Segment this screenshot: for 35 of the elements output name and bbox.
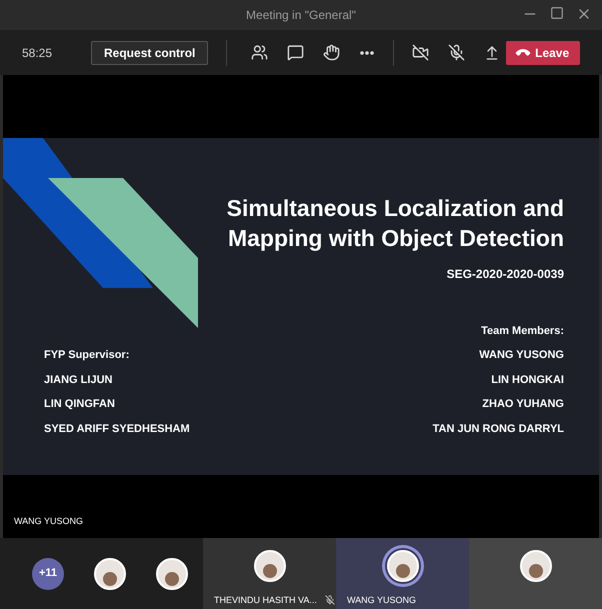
leave-button[interactable]: Leave — [506, 40, 580, 64]
avatar-icon — [520, 550, 552, 582]
maximize-icon[interactable] — [550, 6, 564, 20]
participant-tile[interactable] — [469, 538, 602, 609]
presenter-name: WANG YUSONG — [14, 514, 84, 528]
request-control-button[interactable]: Request control — [91, 40, 208, 64]
supervisor-heading: FYP Supervisor: — [44, 348, 130, 363]
member-name: LIN HONGKAI — [491, 372, 564, 388]
project-code: SEG-2020-2020-0039 — [446, 266, 564, 283]
slide-title: Simultaneous Localization and — [226, 194, 564, 223]
more-icon — [360, 50, 374, 54]
participant-tile[interactable]: THEVINDU HASITH VA... — [203, 538, 336, 609]
people-icon — [250, 44, 268, 61]
members-heading: Team Members: — [481, 324, 564, 338]
overflow-count-badge[interactable]: +11 — [32, 558, 64, 590]
supervisor-name: SYED ARIFF SYEDHESHAM — [44, 422, 190, 436]
avatar-icon — [386, 550, 418, 582]
participant-name: THEVINDU HASITH VA... — [214, 594, 317, 606]
chat-bubble-icon — [286, 44, 304, 61]
hand-icon — [322, 44, 340, 61]
mic-off-icon — [448, 44, 465, 61]
avatar-icon — [156, 558, 188, 590]
participant-tile[interactable]: WANG YUSONG — [336, 538, 469, 609]
meeting-timer: 58:25 — [22, 44, 54, 62]
window-title: Meeting in "General" — [246, 7, 356, 24]
supervisor-name: JIANG LIJUN — [44, 372, 114, 388]
avatar-icon — [254, 550, 286, 582]
member-name: ZHAO YUHANG — [482, 397, 564, 412]
camera-off-icon — [412, 44, 429, 61]
member-name: WANG YUSONG — [479, 348, 564, 363]
member-name: TAN JUN RONG DARRYL — [432, 422, 564, 436]
supervisor-name: LIN QINGFAN — [44, 397, 116, 412]
avatar-icon — [94, 558, 126, 590]
slide-title: Mapping with Object Detection — [228, 224, 564, 253]
participant-name: WANG YUSONG — [347, 594, 416, 606]
